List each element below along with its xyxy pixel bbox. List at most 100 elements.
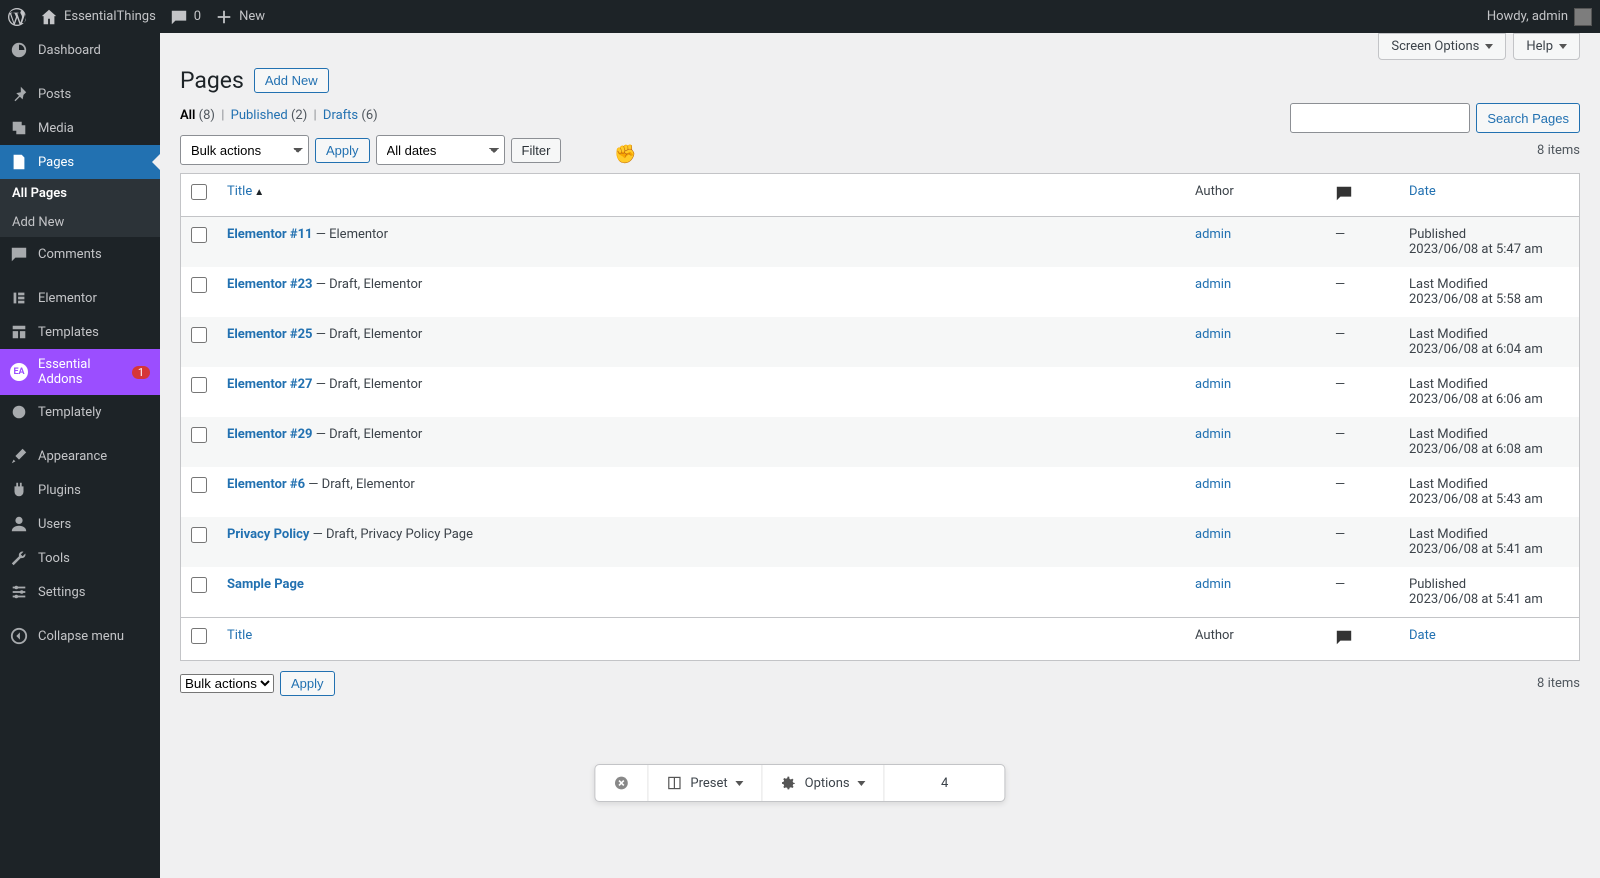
date-cell: Last Modified2023/06/08 at 6:04 am — [1399, 317, 1579, 367]
screen-options-label: Screen Options — [1391, 39, 1479, 54]
menu-elementor[interactable]: Elementor — [0, 281, 160, 315]
page-title-link[interactable]: Elementor #6 — [227, 477, 305, 492]
apply-button-bottom[interactable]: Apply — [280, 671, 335, 696]
new-link[interactable]: New — [215, 8, 265, 26]
col-comments[interactable] — [1325, 174, 1399, 217]
floatbar-close[interactable] — [595, 765, 648, 801]
row-checkbox[interactable] — [191, 227, 207, 243]
menu-templately[interactable]: Templately — [0, 395, 160, 429]
bulk-actions-select[interactable]: Bulk actions — [180, 135, 309, 165]
wrench-icon — [10, 549, 28, 567]
page-title-link[interactable]: Elementor #27 — [227, 377, 313, 392]
row-checkbox[interactable] — [191, 277, 207, 293]
author-link[interactable]: admin — [1195, 527, 1231, 542]
bulk-actions-select-bottom[interactable]: Bulk actions — [180, 674, 274, 693]
page-title-link[interactable]: Elementor #23 — [227, 277, 313, 292]
row-checkbox[interactable] — [191, 327, 207, 343]
author-link[interactable]: admin — [1195, 227, 1231, 242]
wp-logo[interactable] — [8, 8, 26, 26]
filter-published[interactable]: Published — [231, 108, 288, 123]
floatbar-options[interactable]: Options — [763, 765, 885, 801]
apply-button[interactable]: Apply — [315, 138, 370, 163]
col-title-sort-foot[interactable]: Title — [227, 628, 252, 643]
filter-all[interactable]: All (8) — [180, 108, 215, 123]
menu-label: Settings — [38, 585, 85, 600]
menu-tools[interactable]: Tools — [0, 541, 160, 575]
howdy[interactable]: Howdy, admin — [1487, 8, 1592, 26]
page-title-suffix: — Draft, Elementor — [313, 427, 423, 442]
page-title-link[interactable]: Elementor #25 — [227, 327, 313, 342]
page-title-suffix: — Draft, Elementor — [313, 327, 423, 342]
floatbar-value[interactable]: 4 — [885, 765, 1005, 801]
menu-comments[interactable]: Comments — [0, 237, 160, 271]
row-checkbox[interactable] — [191, 477, 207, 493]
table-row: Elementor #25 — Draft, Elementor admin —… — [181, 317, 1579, 367]
menu-posts[interactable]: Posts — [0, 77, 160, 111]
filter-drafts[interactable]: Drafts — [323, 108, 358, 123]
comments-cell: — — [1325, 367, 1399, 417]
menu-pages[interactable]: Pages — [0, 145, 160, 179]
author-link[interactable]: admin — [1195, 427, 1231, 442]
page-title-link[interactable]: Privacy Policy — [227, 527, 309, 542]
col-comments-foot[interactable] — [1325, 617, 1399, 660]
menu-dashboard[interactable]: Dashboard — [0, 33, 160, 67]
menu-label: Tools — [38, 551, 70, 566]
floatbar-preset[interactable]: Preset — [648, 765, 762, 801]
page-title-link[interactable]: Sample Page — [227, 577, 304, 592]
comments-cell: — — [1325, 567, 1399, 617]
pin-icon — [10, 85, 28, 103]
preset-label: Preset — [690, 776, 727, 791]
select-all-checkbox-foot[interactable] — [191, 628, 207, 644]
col-date-sort-foot[interactable]: Date — [1409, 628, 1436, 643]
items-count-bottom: 8 items — [1537, 676, 1580, 691]
comments-cell: — — [1325, 517, 1399, 567]
menu-essential-addons[interactable]: EAEssential Addons1 — [0, 349, 160, 395]
author-link[interactable]: admin — [1195, 377, 1231, 392]
search-input[interactable] — [1290, 103, 1470, 133]
help-tab[interactable]: Help — [1513, 33, 1580, 60]
page-icon — [10, 153, 28, 171]
comment-icon — [1335, 628, 1353, 646]
col-date-sort[interactable]: Date — [1409, 184, 1436, 199]
chevron-down-icon — [736, 781, 744, 786]
row-checkbox[interactable] — [191, 527, 207, 543]
row-checkbox[interactable] — [191, 377, 207, 393]
author-link[interactable]: admin — [1195, 277, 1231, 292]
row-checkbox[interactable] — [191, 427, 207, 443]
screen-options-tab[interactable]: Screen Options — [1378, 33, 1506, 60]
menu-appearance[interactable]: Appearance — [0, 439, 160, 473]
col-title-sort[interactable]: Title▲ — [227, 184, 264, 199]
page-title-link[interactable]: Elementor #11 — [227, 227, 313, 242]
menu-users[interactable]: Users — [0, 507, 160, 541]
menu-media[interactable]: Media — [0, 111, 160, 145]
submenu-add-new[interactable]: Add New — [0, 208, 160, 237]
date-filter-select[interactable]: All dates — [376, 135, 505, 165]
table-row: Elementor #29 — Draft, Elementor admin —… — [181, 417, 1579, 467]
add-new-button[interactable]: Add New — [254, 68, 329, 93]
comments-link[interactable]: 0 — [170, 8, 201, 26]
page-title-link[interactable]: Elementor #29 — [227, 427, 313, 442]
search-pages-button[interactable]: Search Pages — [1476, 103, 1580, 133]
plus-icon — [215, 8, 233, 26]
filter-button[interactable]: Filter — [511, 138, 562, 163]
comment-icon — [10, 245, 28, 263]
sort-asc-icon: ▲ — [254, 187, 264, 198]
site-link[interactable]: EssentialThings — [40, 8, 156, 26]
gear-icon — [781, 775, 797, 791]
row-checkbox[interactable] — [191, 577, 207, 593]
menu-collapse[interactable]: Collapse menu — [0, 619, 160, 653]
author-link[interactable]: admin — [1195, 577, 1231, 592]
comments-cell: — — [1325, 217, 1399, 267]
comments-cell: — — [1325, 417, 1399, 467]
author-link[interactable]: admin — [1195, 477, 1231, 492]
select-all-checkbox[interactable] — [191, 184, 207, 200]
home-icon — [40, 8, 58, 26]
menu-templates[interactable]: Templates — [0, 315, 160, 349]
submenu-all-pages[interactable]: All Pages — [0, 179, 160, 208]
author-link[interactable]: admin — [1195, 327, 1231, 342]
menu-settings[interactable]: Settings — [0, 575, 160, 609]
howdy-text: Howdy, admin — [1487, 9, 1568, 24]
menu-plugins[interactable]: Plugins — [0, 473, 160, 507]
menu-label: Elementor — [38, 291, 97, 306]
menu-label: Plugins — [38, 483, 81, 498]
